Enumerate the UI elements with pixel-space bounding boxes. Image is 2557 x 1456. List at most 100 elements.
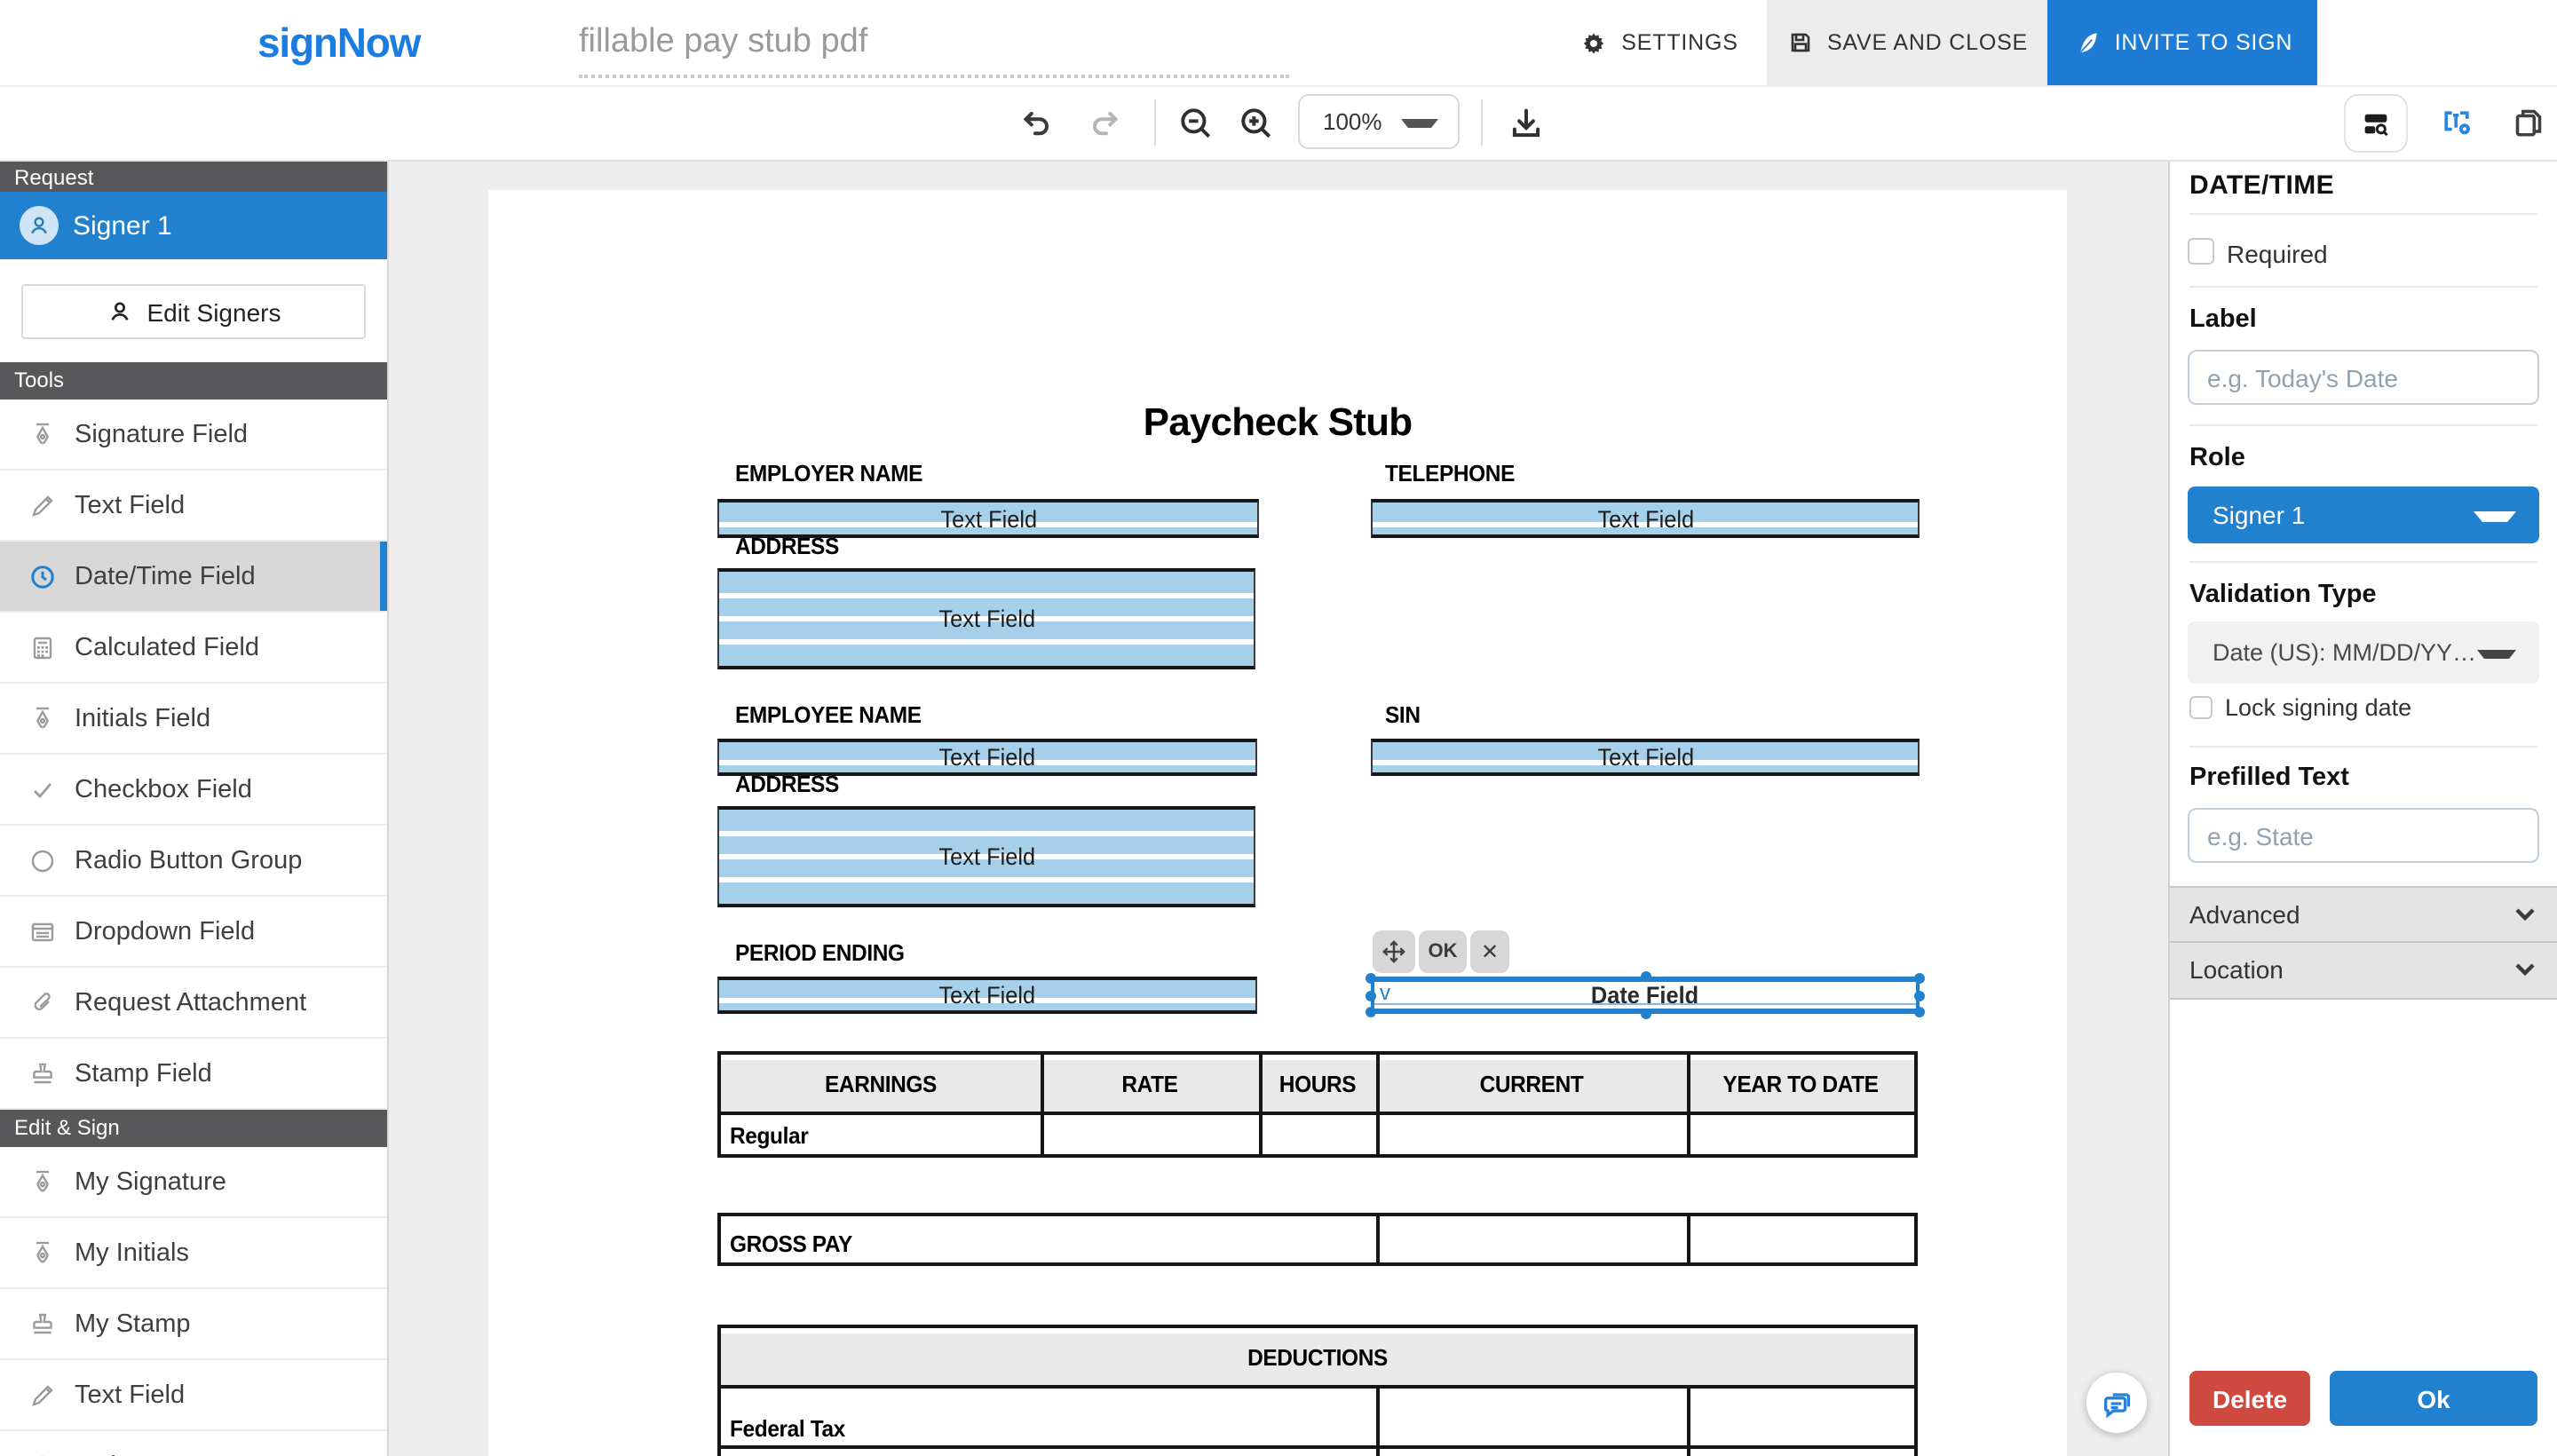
top-bar: signNow fillable pay stub pdf SETTINGS S… (0, 0, 2557, 87)
prefilled-text-input[interactable] (2188, 808, 2539, 863)
stamp-icon (28, 1059, 57, 1088)
sidebar-item-label: Checkbox Field (75, 775, 252, 803)
sidebar-item-label: Date/Time Field (75, 562, 256, 590)
invite-to-sign-button[interactable]: INVITE TO SIGN (2047, 0, 2317, 85)
employer-name-label: EMPLOYER NAME (735, 460, 922, 487)
field-properties-panel: DATE/TIME Required Label Role Signer 1 V… (2168, 160, 2557, 1456)
sin-label: SIN (1385, 701, 1421, 728)
toolbar-divider (1481, 99, 1483, 146)
sidebar-item-label: Radio Button Group (75, 846, 302, 874)
table-divider (1376, 1055, 1379, 1154)
column-header: RATE (1047, 1071, 1252, 1097)
sidebar-item-dropdown-field[interactable]: Dropdown Field (0, 897, 387, 968)
signer-name: Signer 1 (73, 210, 172, 241)
role-dropdown[interactable]: Signer 1 (2188, 487, 2539, 543)
sidebar-item-label: Request Attachment (75, 988, 306, 1017)
lock-signing-date-checkbox[interactable] (2189, 696, 2213, 719)
sidebar-item-label: Text Field (75, 1381, 185, 1409)
resize-handle[interactable] (1366, 973, 1376, 984)
sidebar-item-checkbox-field[interactable]: Checkbox Field (0, 755, 387, 826)
sidebar-item-signature-field[interactable]: Signature Field (0, 400, 387, 471)
chevron-down-icon (1401, 119, 1438, 128)
sidebar-item-text[interactable]: Text Field (0, 1360, 387, 1431)
toolbar-divider (1154, 99, 1156, 146)
sidebar-item-my-stamp[interactable]: My Stamp (0, 1289, 387, 1360)
download-button[interactable] (1506, 103, 1545, 142)
gear-icon (1579, 28, 1609, 58)
zoom-in-button[interactable] (1236, 103, 1275, 142)
resize-handle[interactable] (1366, 990, 1376, 1001)
resize-handle[interactable] (1914, 1007, 1925, 1017)
clock-icon (28, 562, 57, 590)
prefilled-text-heading: Prefilled Text (2189, 764, 2349, 792)
sidebar-item-text-field[interactable]: Text Field (0, 471, 387, 542)
location-accordion[interactable]: Location (2170, 941, 2557, 1000)
document-canvas[interactable]: Paycheck Stub EMPLOYER NAME Text Field T… (387, 160, 2168, 1456)
zoom-level-select[interactable]: 100% (1298, 94, 1460, 149)
edit-signers-button[interactable]: Edit Signers (21, 284, 366, 339)
employer-address-text-field[interactable]: Text Field (717, 568, 1255, 669)
sidebar-item-request-attachment[interactable]: Request Attachment (0, 968, 387, 1039)
pages-copy-icon[interactable] (2507, 101, 2548, 142)
resize-handle[interactable] (1914, 973, 1925, 984)
signnow-editor: signNow fillable pay stub pdf SETTINGS S… (0, 0, 2557, 1456)
divider (2189, 424, 2537, 426)
sidebar-item-label: Stamp Field (75, 1059, 212, 1088)
delete-button[interactable]: Delete (2189, 1371, 2310, 1426)
location-label: Location (2170, 943, 2557, 996)
sidebar-item-initials-field[interactable]: Initials Field (0, 684, 387, 755)
document-title-field[interactable]: fillable pay stub pdf (579, 12, 1289, 78)
sidebar-item-label: Today's Date (75, 1452, 223, 1456)
document-title[interactable]: fillable pay stub pdf (579, 12, 1289, 71)
sidebar-item-stamp-field[interactable]: Stamp Field (0, 1039, 387, 1110)
sin-text-field[interactable]: Text Field (1371, 739, 1920, 776)
validation-type-dropdown[interactable]: Date (US): MM/DD/YY… (2188, 621, 2539, 684)
field-close-button[interactable]: ✕ (1470, 930, 1509, 973)
sidebar-item-datetime-field[interactable]: Date/Time Field (0, 542, 387, 613)
label-input[interactable] (2188, 350, 2539, 405)
employee-address-text-field[interactable]: Text Field (717, 806, 1255, 907)
required-checkbox[interactable] (2188, 238, 2214, 265)
save-and-close-button[interactable]: SAVE AND CLOSE (1767, 0, 2047, 85)
move-field-button[interactable] (1373, 930, 1415, 973)
required-label: Required (2227, 240, 2328, 268)
settings-button[interactable]: SETTINGS (1559, 0, 1758, 85)
fields-search-button[interactable] (2344, 94, 2408, 153)
chat-support-button[interactable] (2086, 1373, 2147, 1433)
ok-button[interactable]: Ok (2330, 1371, 2537, 1426)
chevron-down-icon (2514, 962, 2536, 977)
sidebar-item-calculated-field[interactable]: Calculated Field (0, 613, 387, 684)
dropdown-icon (28, 917, 57, 946)
column-header: YEAR TO DATE (1694, 1071, 1908, 1097)
telephone-text-field[interactable]: Text Field (1371, 499, 1920, 538)
undo-button[interactable] (1016, 103, 1055, 142)
resize-handle[interactable] (1914, 990, 1925, 1001)
text-field-settings-icon[interactable] (2434, 101, 2477, 144)
divider (2189, 746, 2537, 748)
resize-handle[interactable] (1366, 1007, 1376, 1017)
sidebar-item-todays-date[interactable]: Today's Date (0, 1431, 387, 1456)
field-ok-button[interactable]: OK (1419, 930, 1467, 973)
date-field-selected[interactable]: v Date Field (1371, 977, 1920, 1014)
sidebar-item-my-initials[interactable]: My Initials (0, 1218, 387, 1289)
sidebar-item-my-signature[interactable]: My Signature (0, 1147, 387, 1218)
zoom-out-button[interactable] (1176, 103, 1215, 142)
editor-toolbar: 100% (0, 85, 2557, 162)
left-sidebar: Request Signer 1 Edit Signers Tools Sign… (0, 160, 389, 1456)
column-header: HOURS (1263, 1071, 1373, 1097)
resize-handle[interactable] (1640, 1009, 1651, 1019)
advanced-accordion[interactable]: Advanced (2170, 886, 2557, 941)
period-ending-text-field[interactable]: Text Field (717, 977, 1257, 1014)
period-ending-label: PERIOD ENDING (735, 939, 905, 966)
divider (2189, 561, 2537, 563)
employee-name-label: EMPLOYEE NAME (735, 701, 922, 728)
redo-button[interactable] (1087, 103, 1126, 142)
sidebar-item-label: My Signature (75, 1167, 226, 1196)
invite-to-sign-label: INVITE TO SIGN (2115, 30, 2293, 55)
resize-handle[interactable] (1640, 971, 1651, 982)
table-divider (1376, 1216, 1379, 1262)
deductions-table: DEDUCTIONS Federal Tax (717, 1325, 1918, 1456)
sidebar-item-radio-button-group[interactable]: Radio Button Group (0, 826, 387, 897)
signer-row[interactable]: Signer 1 (0, 192, 387, 259)
field-mini-toolbar: OK ✕ (1373, 930, 1509, 973)
